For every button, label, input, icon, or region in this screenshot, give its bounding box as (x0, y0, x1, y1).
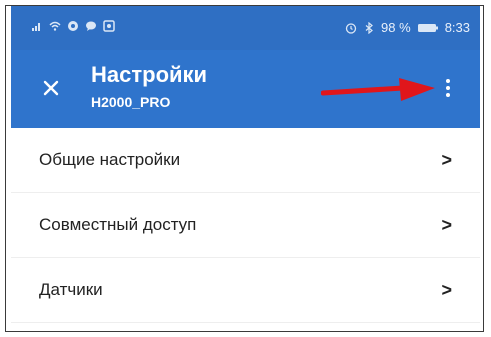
app-bar: Настройки H2000_PRO (11, 50, 480, 128)
chevron-right-icon: > (441, 215, 452, 235)
signal-icon (32, 23, 40, 31)
close-icon (43, 80, 59, 96)
app-icon (68, 21, 78, 31)
close-button[interactable] (39, 76, 63, 100)
chevron-right-icon: > (441, 150, 452, 170)
alarm-icon (345, 22, 357, 34)
chevron-right-icon: > (441, 280, 452, 300)
settings-item-general[interactable]: Общие настройки > (11, 128, 480, 193)
battery-percent: 98 % (381, 20, 411, 35)
gallery-icon (103, 20, 115, 32)
settings-item-sensors[interactable]: Датчики > (11, 258, 480, 323)
page-title: Настройки (91, 62, 208, 87)
status-bar: 98 % 8:33 (11, 6, 480, 50)
settings-item-label: Совместный доступ (39, 215, 197, 234)
device-subtitle: H2000_PRO (91, 94, 171, 110)
wifi-icon (49, 21, 61, 31)
more-options-button[interactable] (438, 74, 458, 102)
settings-item-sharing[interactable]: Совместный доступ > (11, 193, 480, 258)
status-time: 8:33 (444, 20, 470, 35)
settings-list: Общие настройки > Совместный доступ > Да… (11, 128, 480, 323)
status-right-icons: 98 % 8:33 (345, 20, 470, 35)
more-vertical-icon (446, 79, 450, 97)
chat-icon (86, 21, 96, 31)
screenshot-frame: 98 % 8:33 Настройки H2000_PRO Общие наст… (5, 5, 484, 332)
bluetooth-icon (365, 21, 373, 34)
settings-item-label: Общие настройки (39, 150, 181, 169)
red-arrow-annotation (321, 78, 435, 101)
settings-item-label: Датчики (39, 280, 103, 299)
battery-icon (417, 23, 438, 32)
status-left-icons (31, 20, 115, 32)
